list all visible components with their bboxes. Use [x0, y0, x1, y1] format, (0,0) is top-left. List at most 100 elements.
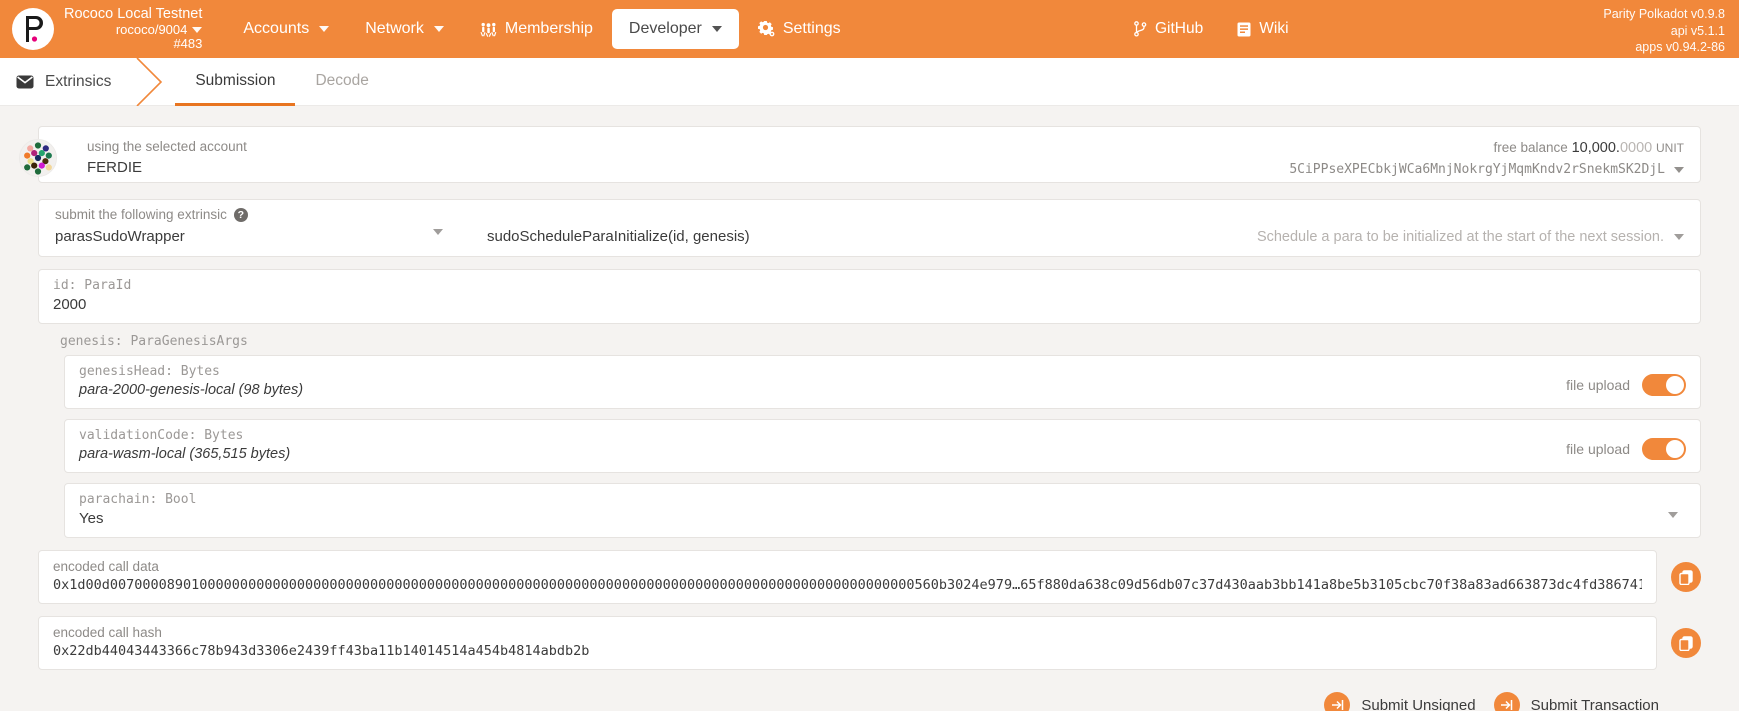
file-upload-label: file upload — [1566, 377, 1630, 393]
account-selector-row[interactable]: using the selected account FERDIE free b… — [19, 126, 1701, 183]
action-buttons: Submit Unsigned Submit Transaction — [38, 682, 1701, 711]
balance-label: free balance — [1493, 140, 1568, 155]
nav-item-settings[interactable]: Settings — [741, 9, 858, 49]
method-description-row: Schedule a para to be initialized at the… — [1257, 229, 1700, 245]
param-parachain[interactable]: parachain: Bool Yes — [64, 483, 1701, 538]
encoded-call-data-value: 0x1d00d007000089010000000000000000000000… — [53, 577, 1642, 593]
chevron-down-icon — [433, 222, 443, 240]
file-upload-toggle-genesis-head[interactable]: file upload — [1566, 374, 1686, 398]
method-value: sudoScheduleParaInitialize(id, genesis) — [487, 228, 750, 245]
wiki-icon — [1237, 22, 1251, 37]
encoded-call-hash-box: encoded call hash 0x22db44043443366c78b9… — [38, 616, 1657, 670]
extrinsics-icon — [16, 73, 34, 90]
param-group-label: genesis: ParaGenesisArgs — [60, 334, 248, 349]
chevron-down-icon — [711, 26, 722, 32]
param-type-id: id: ParaId — [53, 278, 132, 293]
chevron-down-icon — [433, 26, 444, 32]
file-upload-toggle-validation-code[interactable]: file upload — [1566, 438, 1686, 462]
tab-label-submission: Submission — [195, 71, 276, 89]
chevron-down-icon — [1668, 505, 1678, 523]
membership-icon — [480, 22, 497, 37]
nav-label-settings: Settings — [782, 20, 841, 37]
link-label-github: GitHub — [1155, 20, 1204, 37]
nav-label-network: Network — [365, 20, 424, 37]
parameters-section: id: ParaId 2000 genesis: ParaGenesisArgs… — [38, 269, 1701, 538]
account-name: FERDIE — [87, 159, 143, 177]
account-label: using the selected account — [87, 139, 247, 154]
version-node: Parity Polkadot v0.9.8 — [1603, 7, 1725, 21]
chain-name: Rococo Local Testnet — [64, 6, 203, 23]
submit-transaction-label: Submit Transaction — [1530, 696, 1659, 711]
github-icon — [1134, 21, 1147, 37]
nav-item-accounts[interactable]: Accounts — [226, 9, 346, 49]
external-links: GitHub Wiki — [1120, 10, 1303, 48]
param-type-genesis-head: genesisHead: Bytes — [79, 364, 220, 379]
file-upload-label: file upload — [1566, 441, 1630, 457]
encoded-call-data-label: encoded call data — [53, 559, 159, 574]
nav-item-network[interactable]: Network — [348, 9, 461, 49]
main-content: using the selected account FERDIE free b… — [0, 106, 1739, 711]
account-address-row[interactable]: 5CiPPseXPECbkjWCa6MnjNokrgYjMqmKndv2rSne… — [1289, 161, 1684, 179]
method-select[interactable]: sudoScheduleParaInitialize(id, genesis) … — [469, 200, 1700, 256]
encoded-call-hash-value: 0x22db44043443366c78b943d3306e2439ff43ba… — [53, 643, 590, 659]
link-label-wiki: Wiki — [1259, 20, 1289, 37]
primary-nav: Accounts Network Membership Developer Se… — [226, 9, 857, 49]
top-navigation-bar: Rococo Local Testnet rococo/9004 #483 Ac… — [0, 0, 1739, 58]
pallet-select[interactable]: parasSudoWrapper — [39, 200, 469, 256]
tab-submission[interactable]: Submission — [175, 58, 296, 106]
param-value-parachain: Yes — [79, 510, 104, 527]
param-value-validation-code: para-wasm-local (365,515 bytes) — [79, 446, 291, 462]
submit-unsigned-button[interactable]: Submit Unsigned — [1324, 692, 1476, 711]
param-genesis-head[interactable]: genesisHead: Bytes para-2000-genesis-loc… — [64, 355, 1701, 409]
nav-label-developer: Developer — [628, 20, 702, 37]
sub-tabs: Submission Decode — [175, 58, 389, 106]
link-github[interactable]: GitHub — [1120, 10, 1217, 48]
identicon-avatar — [19, 139, 57, 177]
nav-item-developer[interactable]: Developer — [611, 9, 739, 49]
copy-icon[interactable] — [1671, 628, 1701, 658]
encoded-call-data-row: encoded call data 0x1d00d007000089010000… — [38, 550, 1701, 604]
tab-decode[interactable]: Decode — [295, 58, 388, 106]
param-type-validation-code: validationCode: Bytes — [79, 428, 244, 443]
tab-label-decode: Decode — [315, 71, 369, 89]
param-type-parachain: parachain: Bool — [79, 492, 197, 507]
toggle-switch[interactable] — [1642, 374, 1686, 396]
param-value-genesis-head: para-2000-genesis-local (98 bytes) — [79, 382, 304, 398]
nav-item-membership[interactable]: Membership — [463, 9, 610, 49]
submit-icon — [1493, 692, 1520, 711]
method-description: Schedule a para to be initialized at the… — [1256, 229, 1664, 245]
param-id[interactable]: id: ParaId 2000 — [38, 269, 1701, 324]
nav-label-membership: Membership — [504, 20, 593, 37]
chain-block-number: #483 — [173, 36, 203, 52]
copy-icon[interactable] — [1671, 562, 1701, 592]
submit-icon — [1324, 692, 1351, 711]
encoded-call-hash-row: encoded call hash 0x22db44043443366c78b9… — [38, 616, 1701, 670]
gear-icon — [757, 21, 775, 37]
chain-endpoint: rococo/9004 — [115, 21, 188, 37]
chevron-down-icon — [319, 26, 330, 32]
app-root: Rococo Local Testnet rococo/9004 #483 Ac… — [0, 0, 1739, 711]
version-apps: apps v0.94.2-86 — [1635, 40, 1725, 55]
polkadot-logo-icon[interactable] — [12, 8, 54, 50]
link-wiki[interactable]: Wiki — [1223, 10, 1302, 48]
chain-selector[interactable]: Rococo Local Testnet rococo/9004 #483 — [64, 6, 208, 51]
extrinsic-selector-row: submit the following extrinsic ? parasSu… — [38, 199, 1701, 257]
page-title: Extrinsics — [0, 58, 133, 105]
breadcrumb-divider — [133, 58, 175, 106]
chevron-down-icon — [192, 26, 203, 33]
pallet-value: parasSudoWrapper — [55, 228, 185, 245]
nav-label-accounts: Accounts — [243, 20, 310, 37]
account-info: using the selected account FERDIE — [87, 138, 247, 178]
page-title-label: Extrinsics — [45, 72, 112, 90]
chevron-down-icon — [1674, 234, 1684, 240]
param-value-id[interactable]: 2000 — [53, 296, 1686, 313]
tab-bar: Extrinsics Submission Decode — [0, 58, 1739, 106]
encoded-call-hash-label: encoded call hash — [53, 625, 162, 640]
balance-amount: 10,000.0000 — [1571, 140, 1653, 156]
chevron-down-icon — [1674, 167, 1684, 174]
toggle-switch[interactable] — [1642, 438, 1686, 460]
param-validation-code[interactable]: validationCode: Bytes para-wasm-local (3… — [64, 419, 1701, 473]
version-api: api v5.1.1 — [1670, 23, 1725, 38]
encoded-call-data-box: encoded call data 0x1d00d007000089010000… — [38, 550, 1657, 604]
submit-transaction-button[interactable]: Submit Transaction — [1493, 692, 1659, 711]
